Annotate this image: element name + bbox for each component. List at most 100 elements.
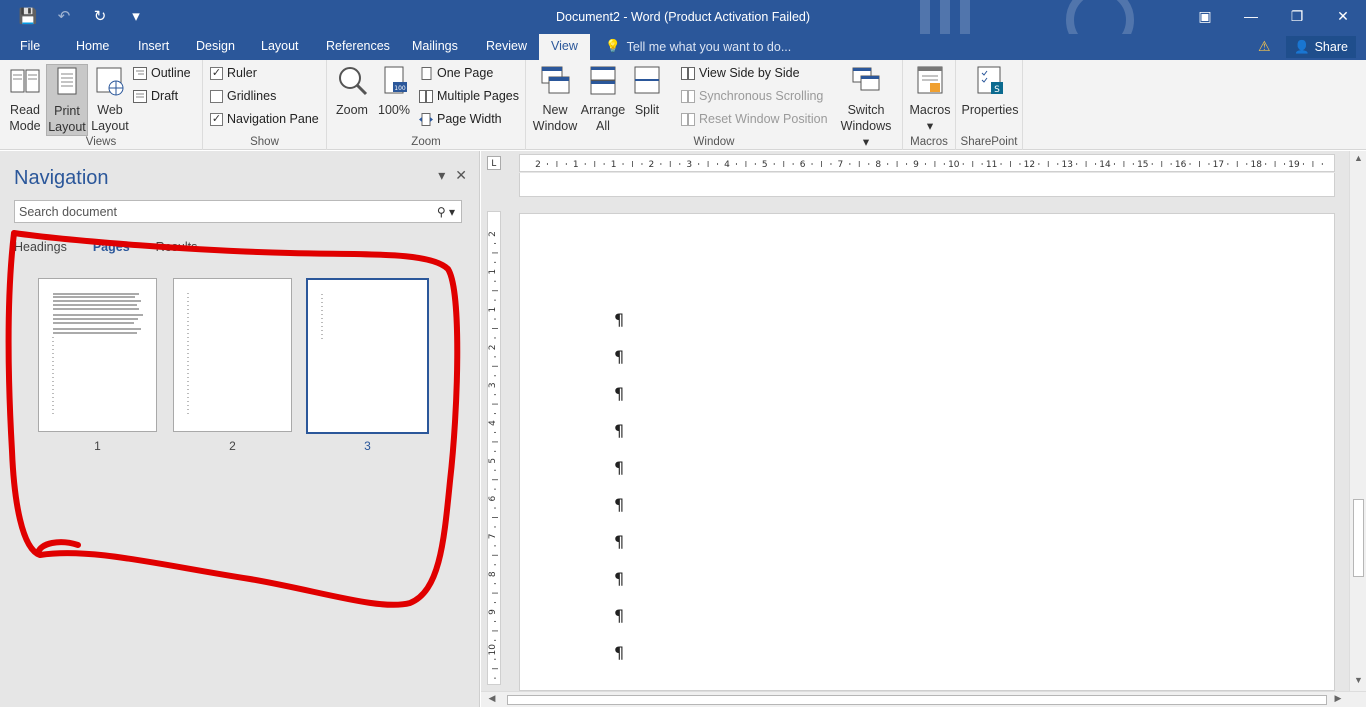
vertical-ruler[interactable]: 2 1 1 2 3 4 5 6 7 8 9 10 [487,211,501,685]
tab-layout[interactable]: Layout [261,39,299,53]
tab-mailings[interactable]: Mailings [412,39,458,53]
reset-window-position-button[interactable]: Reset Window Position [681,112,828,126]
page-width-button[interactable]: Page Width [419,112,502,126]
read-mode-icon [10,69,40,93]
paragraph-mark[interactable]: ¶ [614,606,624,625]
restore-button[interactable]: ❐ [1274,0,1320,32]
scroll-down-icon[interactable]: ▼ [1350,675,1366,685]
tab-design[interactable]: Design [196,39,235,53]
page-thumbnail-3[interactable] [306,278,429,434]
print-layout-button[interactable]: Print Layout [46,64,88,136]
search-placeholder: Search document [19,204,117,219]
ribbon-display-options-icon[interactable]: ▣ [1182,0,1228,32]
tab-headings[interactable]: Headings [14,240,67,254]
close-button[interactable]: ✕ [1320,0,1366,32]
tab-insert[interactable]: Insert [138,39,169,53]
tab-file[interactable]: File [20,39,40,53]
one-page-button[interactable]: One Page [419,66,493,80]
zoom-100-button[interactable]: 100 100% [375,64,413,118]
split-button[interactable]: Split [628,64,666,118]
synchronous-scrolling-button[interactable]: Synchronous Scrolling [681,89,823,103]
minimize-button[interactable]: — [1228,0,1274,32]
tab-view[interactable]: View [539,34,590,60]
horizontal-scroll-thumb[interactable] [507,695,1327,705]
read-mode-button[interactable]: Read Mode [5,64,45,134]
ruler-tick-label: 3 [686,160,692,170]
navigation-pane: Navigation ▾ ✕ Search document ⚲ ▾ Headi… [0,151,480,707]
macros-icon [917,66,943,94]
views-group: Read Mode Print Layout Web Layout Outlin… [0,60,203,150]
page-thumbnail-1[interactable] [38,278,157,432]
reset-window-position-label: Reset Window Position [699,112,828,126]
draft-button[interactable]: Draft [133,89,178,103]
tab-selector-button[interactable]: L [487,156,501,170]
title-bar: 💾 ↶ ↻ ▾ Document2 - Word (Product Activa… [0,0,1366,34]
previous-page-bottom [519,173,1335,197]
paragraph-mark[interactable]: ¶ [614,532,624,551]
scroll-right-icon[interactable]: ▶ [1331,693,1345,704]
share-button[interactable]: 👤 Share [1286,36,1356,58]
paragraph-mark[interactable]: ¶ [614,495,624,514]
paragraph-mark[interactable]: ¶ [614,347,624,366]
search-document-input[interactable]: Search document ⚲ ▾ [14,200,462,223]
navigation-pane-label: Navigation Pane [227,112,319,126]
vertical-scroll-thumb[interactable] [1353,499,1364,577]
paragraph-mark[interactable]: ¶ [614,384,624,403]
paragraph-mark[interactable]: ¶ [614,458,624,477]
paragraph-mark[interactable]: ¶ [614,643,624,662]
document-page[interactable]: ¶ ¶ ¶ ¶ ¶ ¶ ¶ ¶ ¶ ¶ [519,213,1335,691]
zoom-group: Zoom 100 100% One Page Multiple Pages Pa… [327,60,526,150]
zoom-button[interactable]: Zoom [333,64,371,118]
paragraph-mark[interactable]: ¶ [614,421,624,440]
arrange-all-button[interactable]: Arrange All [580,64,626,134]
lightbulb-icon: 💡 [605,39,621,53]
web-layout-button[interactable]: Web Layout [90,64,130,134]
tab-review[interactable]: Review [486,39,527,53]
navigation-pane-checkbox[interactable]: ✓ Navigation Pane [210,112,319,126]
tell-me-box[interactable]: 💡 Tell me what you want to do... [605,39,791,54]
reset-window-icon [681,112,695,126]
zoom-group-label: Zoom [411,136,441,148]
multiple-pages-label: Multiple Pages [437,89,519,103]
multiple-pages-button[interactable]: Multiple Pages [419,89,519,103]
ruler-tick-label: 4 [488,420,498,426]
web-layout-label-1: Web [97,103,123,117]
gridlines-checkbox[interactable]: Gridlines [210,89,276,103]
horizontal-ruler[interactable]: 2 1 1 2 3 4 5 6 7 8 9 10 11 12 13 14 15 16 17 18 19 [519,154,1335,172]
navigation-pane-check-icon: ✓ [210,112,223,126]
ruler-label: Ruler [227,66,257,80]
pane-options-icon[interactable]: ▾ [438,167,445,184]
page-width-label: Page Width [437,112,502,126]
warning-icon[interactable]: ⚠ [1258,38,1271,55]
outline-button[interactable]: Outline [133,66,191,80]
horizontal-scrollbar[interactable]: ◀ ▶ [481,691,1366,707]
new-window-button[interactable]: New Window [532,64,578,134]
properties-button[interactable]: S Properties [960,64,1020,118]
tab-pages[interactable]: Pages [93,240,130,254]
page-number-3: 3 [364,439,371,453]
scroll-left-icon[interactable]: ◀ [485,693,499,704]
vertical-scrollbar[interactable]: ▲ ▼ [1349,151,1366,691]
paragraph-mark[interactable]: ¶ [614,569,624,588]
page-thumbnail-2[interactable] [173,278,292,432]
paragraph-mark[interactable]: ¶ [614,310,624,329]
outline-label: Outline [151,66,191,80]
ruler-checkbox[interactable]: ✓ Ruler [210,66,257,80]
ruler-tick-label: 2 [535,160,541,170]
ruler-tick-label: 4 [724,160,730,170]
navigation-pane-controls: ▾ ✕ [438,167,467,184]
tab-results[interactable]: Results [156,240,198,254]
macros-dropdown-icon: ▾ [926,119,934,133]
tab-references[interactable]: References [326,39,390,53]
macros-button[interactable]: Macros ▾ [907,64,953,134]
scroll-up-icon[interactable]: ▲ [1350,153,1366,163]
tab-home[interactable]: Home [76,39,109,53]
svg-text:100: 100 [394,85,406,92]
view-side-by-side-button[interactable]: View Side by Side [681,66,800,80]
close-pane-icon[interactable]: ✕ [455,167,467,184]
new-window-label-1: New [542,103,568,117]
side-by-side-icon [681,66,695,80]
search-icon[interactable]: ⚲ ▾ [431,205,461,219]
page-2-preview [187,293,189,414]
switch-windows-icon [852,67,880,91]
